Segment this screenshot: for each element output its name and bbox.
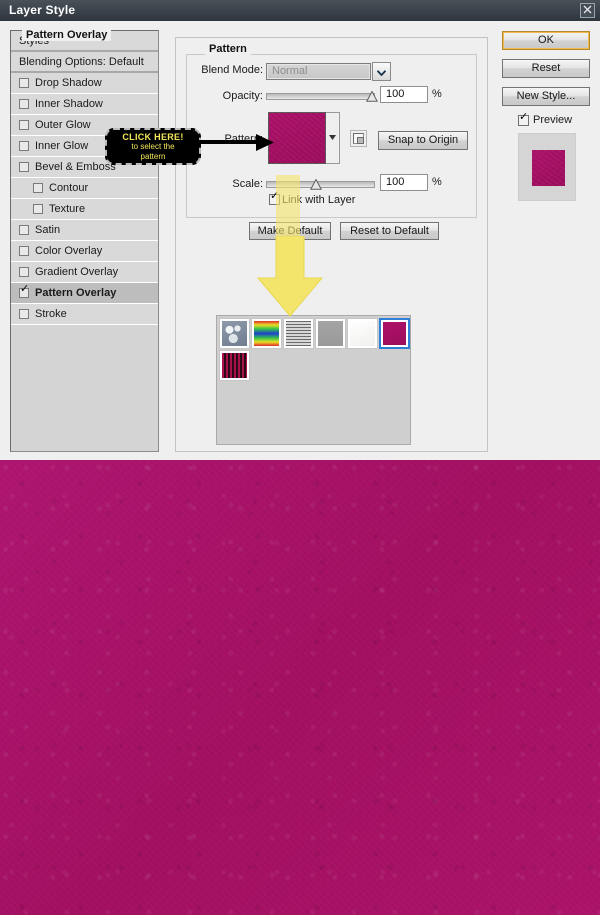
close-x-glyph — [583, 5, 592, 14]
magenta-texture-background — [0, 460, 600, 915]
callout-line-3: pattern — [140, 152, 166, 161]
pattern-swatch-white-paper-pattern[interactable] — [347, 318, 378, 349]
pattern-swatch-thumbnail — [350, 321, 375, 346]
reset-to-default-button[interactable]: Reset to Default — [340, 222, 439, 240]
link-with-layer-label: Link with Layer — [282, 194, 356, 206]
styles-list-item-label: Blending Options: Default — [19, 56, 144, 68]
pattern-swatch-thumbnail — [222, 353, 247, 378]
scale-value-input[interactable]: 100 — [380, 174, 428, 191]
make-default-button[interactable]: Make Default — [249, 222, 331, 240]
new-preset-glyph — [353, 133, 364, 144]
styles-list-item-gradient-overlay[interactable]: Gradient Overlay — [11, 262, 158, 283]
styles-list-item-stroke[interactable]: Stroke — [11, 304, 158, 325]
ok-button[interactable]: OK — [502, 31, 590, 50]
pattern-swatch-magenta-pattern[interactable] — [379, 318, 410, 349]
opacity-slider-track[interactable] — [266, 93, 375, 100]
pattern-swatch-thumbnail — [318, 321, 343, 346]
new-style-button[interactable]: New Style... — [502, 87, 590, 106]
preview-label: Preview — [533, 114, 573, 126]
scale-unit: % — [432, 176, 442, 188]
snap-to-origin-button[interactable]: Snap to Origin — [378, 131, 468, 150]
pattern-swatch-thumbnail — [383, 322, 406, 345]
pattern-picker-grid[interactable] — [216, 315, 411, 445]
dialog-titlebar: Layer Style — [0, 0, 600, 21]
pattern-swatch-text-lines-pattern[interactable] — [283, 318, 314, 349]
styles-list-item-label: Drop Shadow — [35, 77, 102, 89]
checkbox-icon[interactable] — [19, 224, 29, 235]
pattern-swatch-rainbow-pattern[interactable] — [251, 318, 282, 349]
checkbox-icon[interactable] — [19, 119, 29, 130]
pattern-swatch-gray-noise-pattern[interactable] — [315, 318, 346, 349]
checkbox-icon[interactable] — [19, 245, 29, 256]
styles-list-item-label: Color Overlay — [35, 245, 103, 257]
checkbox-icon[interactable] — [19, 266, 29, 277]
scale-slider-thumb[interactable] — [310, 179, 322, 190]
styles-list-item-label: Inner Glow — [35, 140, 89, 152]
checkbox-icon[interactable] — [33, 203, 43, 214]
styles-list-item-label: Texture — [49, 203, 86, 215]
blend-mode-label: Blend Mode: — [201, 64, 263, 76]
styles-list-item-label: Stroke — [35, 308, 67, 320]
slider-thumb-glyph — [366, 91, 378, 102]
callout-line-1: CLICK HERE! — [122, 132, 184, 142]
preview-checkbox[interactable] — [518, 112, 529, 126]
opacity-value-input[interactable]: 100 — [380, 86, 428, 103]
checkbox-icon[interactable] — [19, 140, 29, 151]
slider-thumb-glyph — [310, 179, 322, 190]
pattern-swatch-clouds-pattern[interactable] — [219, 318, 250, 349]
link-with-layer-checkbox[interactable] — [269, 191, 280, 205]
pattern-swatch-thumbnail — [222, 321, 247, 346]
triangle-down-icon — [329, 135, 336, 140]
pattern-swatch-preview[interactable] — [268, 112, 326, 164]
reset-button[interactable]: Reset — [502, 59, 590, 78]
styles-list-item-drop-shadow[interactable]: Drop Shadow — [11, 73, 158, 94]
checkbox-icon[interactable] — [19, 308, 29, 319]
styles-list-item-label: Satin — [35, 224, 61, 236]
blend-mode-value: Normal — [272, 65, 308, 77]
styles-list-item-color-overlay[interactable]: Color Overlay — [11, 241, 158, 262]
styles-list-item-label: Bevel & Emboss — [35, 161, 116, 173]
checkbox-icon[interactable] — [19, 161, 29, 172]
styles-list-item-contour[interactable]: Contour — [11, 178, 158, 199]
pattern-swatch-fill — [269, 113, 325, 163]
callout-line-2: to select the — [131, 142, 175, 151]
pattern-overlay-group-title: Pattern Overlay — [22, 29, 112, 41]
styles-list-item-blending-options-default[interactable]: Blending Options: Default — [11, 52, 158, 73]
styles-list-item-label: Gradient Overlay — [35, 266, 119, 278]
styles-list-rows: Blending Options: Default Drop Shadow Inne… — [11, 52, 158, 325]
scale-label: Scale: — [232, 178, 263, 190]
checkbox-icon[interactable] — [33, 182, 43, 193]
dialog-title: Layer Style — [9, 3, 76, 17]
checkbox-icon[interactable] — [19, 77, 29, 88]
styles-list-item-inner-shadow[interactable]: Inner Shadow — [11, 94, 158, 115]
styles-list-item-label: Pattern Overlay — [35, 287, 117, 299]
styles-list-item-label: Outer Glow — [35, 119, 91, 131]
styles-list-item-label: Contour — [49, 182, 89, 194]
styles-list-item-label: Inner Shadow — [35, 98, 103, 110]
styles-list-item-texture[interactable]: Texture — [11, 199, 158, 220]
new-preset-icon[interactable] — [350, 130, 367, 147]
styles-list-panel[interactable]: Styles Blending Options: Default Drop Sha… — [10, 30, 159, 452]
click-here-callout: CLICK HERE! to select the pattern — [105, 128, 201, 165]
pattern-dropdown-toggle[interactable] — [326, 112, 340, 164]
pattern-swatch-red-stripes-pattern[interactable] — [219, 350, 250, 381]
checkbox-icon[interactable] — [19, 284, 29, 298]
close-icon[interactable] — [580, 3, 595, 18]
styles-list-empty-area — [11, 325, 158, 451]
opacity-unit: % — [432, 88, 442, 100]
layer-style-dialog: Layer Style Styles Blending Options: Def… — [0, 0, 600, 460]
pattern-swatch-thumbnail — [286, 321, 311, 346]
preview-thumbnail-swatch — [532, 150, 565, 186]
styles-list-item-pattern-overlay[interactable]: Pattern Overlay — [11, 283, 158, 304]
checkbox-icon[interactable] — [19, 98, 29, 109]
chevron-down-icon[interactable] — [372, 62, 391, 81]
pattern-settings-group-title: Pattern — [205, 43, 251, 55]
styles-list-item-satin[interactable]: Satin — [11, 220, 158, 241]
preview-thumbnail-box — [518, 133, 576, 201]
opacity-label: Opacity: — [222, 90, 263, 102]
chevron-down-glyph — [376, 70, 387, 77]
opacity-slider-thumb[interactable] — [366, 91, 378, 102]
pattern-swatch-thumbnail — [254, 321, 279, 346]
blend-mode-select[interactable]: Normal — [266, 63, 371, 80]
